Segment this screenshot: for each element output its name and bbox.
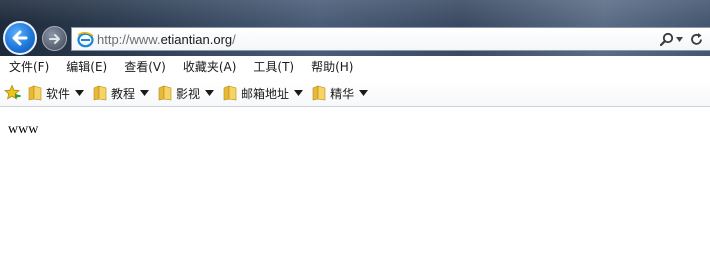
favorites-folder-label: 软件	[46, 86, 71, 101]
back-button[interactable]	[3, 21, 37, 55]
refresh-icon[interactable]	[689, 32, 704, 47]
chevron-down-icon	[294, 90, 304, 96]
menu-tools[interactable]: 工具(T)	[244, 56, 302, 79]
menu-bar: 文件(F) 编辑(E) 查看(V) 收藏夹(A) 工具(T) 帮助(H)	[0, 56, 710, 79]
menu-edit[interactable]: 编辑(E)	[57, 56, 115, 79]
folder-icon	[93, 85, 107, 101]
favorites-folder-label: 邮箱地址	[241, 86, 290, 101]
menu-view[interactable]: 查看(V)	[115, 56, 174, 79]
folder-icon	[223, 85, 237, 101]
address-dropdown-icon[interactable]	[676, 37, 683, 42]
back-arrow-icon	[12, 30, 28, 46]
url-domain: etiantian.org	[160, 32, 233, 47]
search-icon[interactable]	[659, 32, 674, 47]
chevron-down-icon	[140, 90, 150, 96]
chevron-down-icon	[359, 90, 369, 96]
page-content: www	[0, 107, 710, 270]
favorites-folder-label: 影视	[176, 86, 201, 101]
forward-button[interactable]	[42, 26, 67, 51]
folder-icon	[312, 85, 326, 101]
add-favorites-icon[interactable]	[4, 84, 22, 102]
favorites-folder-tutorials[interactable]: 教程	[93, 85, 150, 102]
menu-favorites[interactable]: 收藏夹(A)	[174, 56, 245, 79]
favorites-folder-movies[interactable]: 影视	[158, 85, 215, 102]
folder-icon	[158, 85, 172, 101]
url-prefix: http://www.	[97, 32, 161, 47]
favorites-folder-software[interactable]: 软件	[28, 85, 85, 102]
favorites-folder-email[interactable]: 邮箱地址	[223, 85, 304, 102]
favorites-bar: 软件 教程 影视 邮箱地址 精华	[0, 80, 710, 107]
favorites-folder-label: 精华	[330, 86, 355, 101]
favorites-folder-highlights[interactable]: 精华	[312, 85, 369, 102]
chevron-down-icon	[75, 90, 85, 96]
url-text[interactable]: http://www.etiantian.org/	[97, 31, 236, 48]
url-suffix: /	[232, 32, 236, 47]
page-body-text: www	[8, 122, 39, 137]
navigation-bar: http://www.etiantian.org/	[0, 0, 710, 56]
address-bar[interactable]: http://www.etiantian.org/	[71, 27, 710, 51]
ie-page-icon	[77, 31, 94, 48]
forward-arrow-icon	[48, 33, 60, 44]
browser-window: http://www.etiantian.org/ 文件(F) 编辑(E) 查看…	[0, 0, 710, 270]
chevron-down-icon	[205, 90, 215, 96]
folder-icon	[28, 85, 42, 101]
menu-help[interactable]: 帮助(H)	[302, 56, 361, 79]
favorites-folder-label: 教程	[111, 86, 136, 101]
menu-file[interactable]: 文件(F)	[0, 56, 57, 79]
